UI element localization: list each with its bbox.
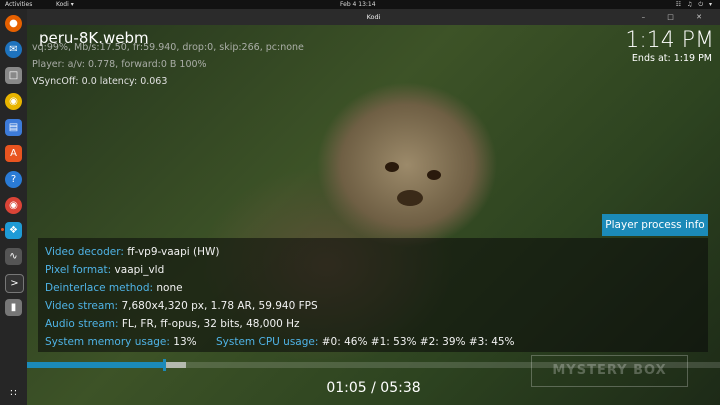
debug-line-vsync: VSyncOff: 0.0 latency: 0.063 bbox=[32, 76, 168, 87]
firefox-icon[interactable]: ● bbox=[5, 15, 22, 32]
system-clock[interactable]: Feb 4 13:14 bbox=[340, 0, 376, 9]
software-icon[interactable]: A bbox=[5, 145, 22, 162]
writer-icon[interactable]: ▤ bbox=[5, 119, 22, 136]
show-applications-icon[interactable]: ∷ bbox=[5, 385, 22, 402]
seek-bar-handle[interactable] bbox=[162, 359, 166, 371]
player-process-info-panel: Video decoder: ff-vp9-vaapi (HW) Pixel f… bbox=[38, 238, 708, 352]
audio-stream-row: Audio stream: FL, FR, ff-opus, 32 bits, … bbox=[45, 318, 300, 330]
video-frame-detail bbox=[385, 162, 399, 172]
deinterlace-row: Deinterlace method: none bbox=[45, 282, 183, 294]
cpu-usage-row: System CPU usage: #0: 46% #1: 53% #2: 39… bbox=[216, 336, 515, 348]
window-controls[interactable]: – □ ✕ bbox=[642, 9, 712, 25]
ends-at: Ends at: 1:19 PM bbox=[631, 53, 712, 64]
seek-bar-progress bbox=[27, 362, 164, 368]
playback-timecode: 01:05 / 05:38 bbox=[326, 380, 421, 396]
thunderbird-icon[interactable]: ✉ bbox=[5, 41, 22, 58]
video-stream-row: Video stream: 7,680x4,320 px, 1.78 AR, 5… bbox=[45, 300, 318, 312]
debug-line-player: Player: a/v: 0.778, forward:0 B 100% bbox=[32, 59, 207, 70]
kodi-icon[interactable]: ❖ bbox=[5, 222, 22, 239]
memory-usage-row: System memory usage: 13% bbox=[45, 336, 197, 348]
active-app-indicator bbox=[1, 228, 4, 231]
video-player[interactable]: peru-8K.webm vq:99%, Mb/s:17.50, fr:59.9… bbox=[27, 25, 720, 405]
usb-drive-icon[interactable]: ▮ bbox=[5, 299, 22, 316]
pixel-format-row: Pixel format: vaapi_vld bbox=[45, 264, 165, 276]
help-icon[interactable]: ? bbox=[5, 171, 22, 188]
terminal-icon[interactable]: > bbox=[5, 274, 24, 293]
video-decoder-row: Video decoder: ff-vp9-vaapi (HW) bbox=[45, 246, 220, 258]
app-menu[interactable]: Kodi ▾ bbox=[56, 0, 74, 9]
window-titlebar: Kodi – □ ✕ bbox=[27, 9, 720, 25]
video-frame-detail bbox=[427, 170, 441, 180]
debug-line-quality: vq:99%, Mb/s:17.50, fr:59.940, drop:0, s… bbox=[32, 42, 304, 53]
system-tray[interactable]: ☷ ♫ ⏻ ▾ bbox=[676, 0, 714, 9]
video-frame-detail bbox=[397, 190, 423, 206]
activities-button[interactable]: Activities bbox=[5, 0, 32, 9]
window-title: Kodi bbox=[366, 13, 381, 21]
files-icon[interactable]: □ bbox=[5, 67, 22, 84]
top-bar: Activities Kodi ▾ Feb 4 13:14 ☷ ♫ ⏻ ▾ bbox=[0, 0, 720, 9]
osd-clock: 1:14 PM bbox=[625, 28, 714, 53]
system-monitor-icon[interactable]: ∿ bbox=[5, 248, 22, 265]
rhythmbox-icon[interactable]: ◉ bbox=[5, 93, 22, 110]
dock: ● ✉ □ ◉ ▤ A ? ◉ ❖ ∿ > ▮ ∷ bbox=[0, 9, 27, 405]
player-process-info-button[interactable]: Player process info bbox=[602, 214, 708, 236]
chrome-icon[interactable]: ◉ bbox=[5, 197, 22, 214]
